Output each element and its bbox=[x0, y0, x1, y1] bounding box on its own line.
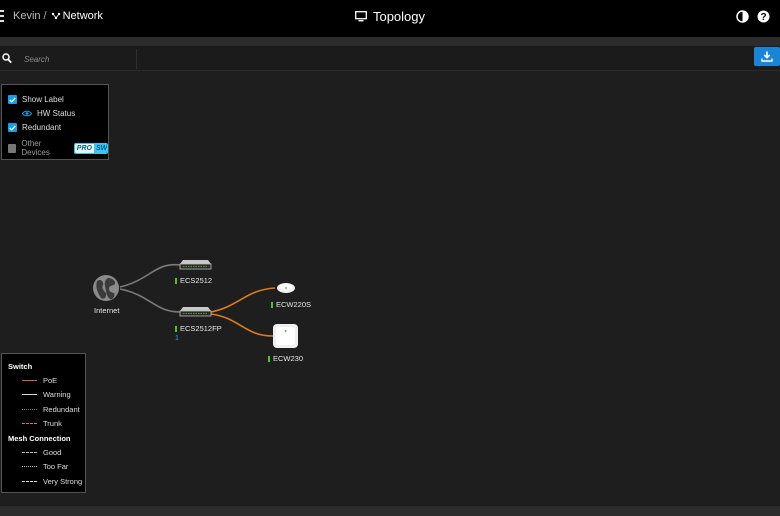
download-button[interactable] bbox=[754, 47, 780, 66]
topology-canvas[interactable] bbox=[0, 71, 780, 506]
device-name: ECW220S bbox=[276, 300, 312, 309]
legend-panel: Switch PoE Warning Redundant Trunk Mesh … bbox=[1, 353, 86, 493]
poe-line-swatch bbox=[22, 380, 37, 381]
option-other-devices[interactable]: Other Devices PRO SW bbox=[8, 139, 108, 157]
port-count: 1 bbox=[175, 335, 179, 342]
option-show-label[interactable]: Show Label bbox=[8, 95, 64, 104]
search-bar bbox=[0, 46, 780, 71]
good-line-swatch bbox=[22, 452, 37, 453]
page-title: Topology bbox=[372, 9, 426, 24]
device-label-ecw230: ECW230 bbox=[268, 354, 303, 363]
status-dot bbox=[268, 355, 270, 362]
option-redundant[interactable]: Redundant bbox=[8, 123, 61, 132]
legend-switch-title: Switch bbox=[8, 362, 33, 371]
check-icon bbox=[9, 125, 16, 131]
warning-line-swatch bbox=[22, 394, 37, 395]
legend-item-too-far: Too Far bbox=[22, 462, 68, 471]
switch-ecs2512fp-icon[interactable] bbox=[179, 307, 212, 317]
legend-label: Redundant bbox=[43, 405, 80, 414]
status-dot bbox=[175, 325, 177, 332]
check-icon bbox=[9, 97, 16, 103]
option-label: Show Label bbox=[22, 95, 64, 104]
option-hw-status[interactable]: HW Status bbox=[22, 109, 75, 118]
device-label-ecs2512fp: ECS2512FP bbox=[175, 324, 222, 333]
legend-item-warning: Warning bbox=[22, 390, 71, 399]
device-label-internet: Internet bbox=[94, 306, 120, 315]
trunk-line-swatch bbox=[22, 423, 37, 424]
device-name: ECS2512FP bbox=[180, 324, 222, 333]
device-label-ecs2512: ECS2512 bbox=[175, 276, 212, 285]
eye-icon bbox=[22, 110, 32, 117]
show-label-checkbox[interactable] bbox=[8, 95, 17, 104]
top-bar: Kevin / Network Topology ? bbox=[0, 0, 780, 37]
option-label: HW Status bbox=[37, 109, 76, 118]
theme-toggle-icon[interactable] bbox=[736, 10, 749, 23]
legend-label: Warning bbox=[43, 390, 71, 399]
option-label: Other Devices bbox=[21, 139, 50, 157]
monitor-icon bbox=[355, 11, 367, 22]
link-ecs2512fp-ecw220s bbox=[210, 287, 276, 313]
legend-label: Very Strong bbox=[43, 477, 83, 486]
download-icon bbox=[761, 51, 773, 62]
search-icon bbox=[2, 53, 12, 64]
legend-mesh-title: Mesh Connection bbox=[8, 434, 71, 443]
legend-label: Trunk bbox=[43, 419, 62, 428]
bottom-bar bbox=[0, 506, 780, 516]
very-strong-line-swatch bbox=[22, 481, 37, 482]
help-icon[interactable]: ? bbox=[757, 10, 770, 23]
link-internet-ecs2512fp bbox=[119, 288, 181, 313]
other-devices-checkbox[interactable] bbox=[8, 143, 17, 153]
badge-sw-text: SW bbox=[93, 143, 108, 153]
device-name: ECS2512 bbox=[180, 276, 213, 285]
device-name: ECW230 bbox=[273, 354, 304, 363]
legend-item-redundant: Redundant bbox=[22, 405, 80, 414]
search-input[interactable] bbox=[18, 49, 137, 69]
internet-globe-icon[interactable] bbox=[93, 275, 119, 301]
status-dot bbox=[271, 301, 273, 308]
redundant-line-swatch bbox=[22, 409, 37, 410]
option-label: Redundant bbox=[22, 123, 62, 132]
status-dot bbox=[175, 277, 177, 284]
legend-item-good: Good bbox=[22, 448, 61, 457]
redundant-checkbox[interactable] bbox=[8, 123, 17, 132]
legend-label: Too Far bbox=[43, 462, 69, 471]
access-point-ecw220s-icon[interactable] bbox=[277, 283, 295, 293]
legend-label: Good bbox=[43, 448, 62, 457]
link-internet-ecs2512 bbox=[119, 263, 181, 288]
switch-ecs2512-icon[interactable] bbox=[179, 260, 212, 270]
device-label-ecw220s: ECW220S bbox=[271, 300, 311, 309]
page-title-wrap: Topology bbox=[0, 9, 780, 24]
svg-text:?: ? bbox=[760, 12, 766, 23]
sub-bar bbox=[0, 37, 780, 46]
legend-item-trunk: Trunk bbox=[22, 419, 62, 428]
access-point-ecw230-icon[interactable] bbox=[273, 324, 298, 348]
legend-label: PoE bbox=[43, 376, 58, 385]
pro-sw-badge: PRO SW bbox=[73, 142, 108, 154]
too-far-line-swatch bbox=[22, 466, 37, 467]
badge-pro-text: PRO bbox=[74, 143, 94, 153]
legend-item-poe: PoE bbox=[22, 376, 57, 385]
display-options-panel: Show Label HW Status Redundant Other Dev… bbox=[1, 84, 109, 160]
legend-item-very-strong: Very Strong bbox=[22, 477, 82, 486]
